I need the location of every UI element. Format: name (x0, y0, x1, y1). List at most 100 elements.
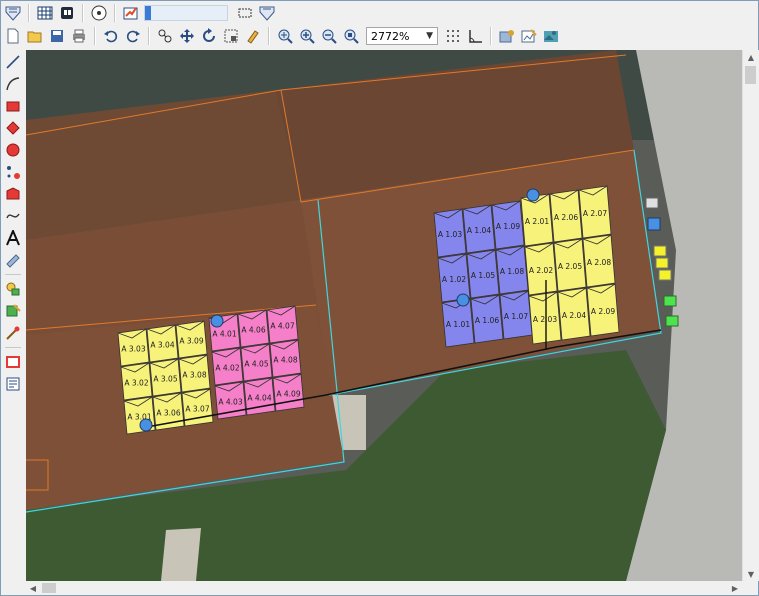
edit-chart-icon[interactable] (121, 3, 141, 23)
fill-edit-icon[interactable] (3, 301, 23, 321)
roof-view-icon[interactable] (3, 3, 23, 23)
solar-panel[interactable]: A 4.02 (211, 347, 244, 386)
zoom-in-icon[interactable] (297, 26, 317, 46)
connector-node[interactable] (456, 293, 470, 307)
brush-icon[interactable] (243, 26, 263, 46)
yellow-device-box[interactable] (653, 245, 667, 257)
device-box[interactable] (645, 197, 659, 209)
text-tool-icon[interactable] (3, 228, 23, 248)
polygon-tool-icon[interactable] (3, 184, 23, 204)
solar-panel[interactable]: A 2.08 (582, 234, 616, 288)
undo-icon[interactable] (101, 26, 121, 46)
horizontal-scrollbar[interactable]: ◀ ▶ (26, 581, 742, 595)
zoom-window-icon[interactable] (341, 26, 361, 46)
arc-tool-icon[interactable] (3, 74, 23, 94)
properties-tool-icon[interactable] (3, 374, 23, 394)
frame-tool-icon[interactable] (3, 352, 23, 372)
resize-icon[interactable] (221, 26, 241, 46)
save-icon[interactable] (47, 26, 67, 46)
vertical-scroll-thumb[interactable] (745, 66, 756, 84)
solar-panel[interactable]: A 1.05 (466, 249, 500, 299)
solar-panel[interactable]: A 3.02 (120, 362, 153, 401)
zoom-fit-icon[interactable] (275, 26, 295, 46)
solar-panel[interactable]: A 4.07 (266, 305, 299, 344)
solar-panel[interactable]: A 2.07 (578, 185, 612, 239)
slider-thumb[interactable] (145, 6, 151, 20)
inverter-box[interactable] (647, 217, 661, 231)
curve-tool-icon[interactable] (3, 206, 23, 226)
grid-dots-icon[interactable] (443, 26, 463, 46)
image-settings-icon[interactable] (497, 26, 517, 46)
panel-label: A 1.05 (471, 271, 495, 280)
select-rect-icon[interactable] (235, 3, 255, 23)
solar-panel[interactable]: A 3.04 (146, 324, 179, 363)
scroll-up-icon[interactable]: ▲ (743, 50, 759, 64)
solar-panel[interactable]: A 2.04 (557, 287, 591, 341)
zoom-level-select[interactable]: 2772% ▼ (366, 27, 438, 45)
solar-panel[interactable]: A 2.03 (528, 291, 562, 345)
print-icon[interactable] (69, 26, 89, 46)
toolbar-separator (148, 27, 150, 45)
solar-panel[interactable]: A 2.01 (520, 193, 554, 247)
image-edit-icon[interactable] (519, 26, 539, 46)
panel-label: A 4.04 (247, 394, 271, 403)
new-file-icon[interactable] (3, 26, 23, 46)
circle-tool-icon[interactable] (3, 140, 23, 160)
scroll-down-icon[interactable]: ▼ (743, 567, 759, 581)
solar-panel[interactable]: A 1.01 (441, 298, 475, 348)
scroll-right-icon[interactable]: ▶ (728, 581, 742, 595)
scroll-left-icon[interactable]: ◀ (26, 581, 40, 595)
roof-outline-icon[interactable] (257, 3, 277, 23)
solar-panel[interactable]: A 3.08 (178, 354, 211, 393)
solar-panel[interactable]: A 1.04 (462, 204, 496, 254)
rectangle-tool-icon[interactable] (3, 96, 23, 116)
measure-tool-icon[interactable] (3, 250, 23, 270)
ortho-angle-icon[interactable] (465, 26, 485, 46)
redo-icon[interactable] (123, 26, 143, 46)
grid-icon[interactable] (35, 3, 55, 23)
map-image-icon[interactable] (541, 26, 561, 46)
diamond-tool-icon[interactable] (3, 118, 23, 138)
connector-node[interactable] (139, 418, 153, 432)
solar-panel[interactable]: A 4.09 (272, 373, 305, 412)
solar-panel[interactable]: A 3.09 (175, 320, 208, 359)
yellow-device-box[interactable] (658, 269, 672, 281)
solar-panel[interactable]: A 1.08 (495, 245, 529, 295)
solar-panel[interactable]: A 3.05 (149, 358, 182, 397)
connector-node[interactable] (210, 314, 224, 328)
line-tool-icon[interactable] (3, 52, 23, 72)
vertical-scrollbar[interactable]: ▲ ▼ (742, 50, 759, 581)
green-device-box[interactable] (663, 295, 677, 307)
horizontal-scroll-thumb[interactable] (42, 583, 56, 593)
magic-tool-icon[interactable] (3, 323, 23, 343)
solar-panel[interactable]: A 1.06 (470, 294, 504, 344)
yellow-device-box[interactable] (655, 257, 669, 269)
open-folder-icon[interactable] (25, 26, 45, 46)
green-device-box[interactable] (665, 315, 679, 327)
solar-panel[interactable]: A 4.06 (237, 309, 270, 348)
layers-tool-icon[interactable] (3, 279, 23, 299)
opacity-slider[interactable] (144, 5, 228, 21)
node-edit-icon[interactable] (155, 26, 175, 46)
building-icon[interactable] (57, 3, 77, 23)
solar-panel[interactable]: A 2.06 (549, 189, 583, 243)
solar-panel[interactable]: A 1.07 (499, 290, 533, 340)
solar-panel[interactable]: A 2.09 (586, 283, 620, 337)
toolbar-main (2, 2, 758, 24)
move-icon[interactable] (177, 26, 197, 46)
solar-panel[interactable]: A 4.05 (240, 343, 273, 382)
solar-panel[interactable]: A 4.08 (269, 339, 302, 378)
target-icon[interactable] (89, 3, 109, 23)
connector-node[interactable] (526, 188, 540, 202)
solar-panel[interactable]: A 1.09 (491, 200, 525, 250)
layout-canvas[interactable]: A 3.03 A 3.04 A 3.09 A 3.02 A 3.05 A 3.08 A 3.… (26, 50, 742, 581)
solar-panel[interactable]: A 2.02 (524, 242, 558, 296)
panel-label: A 2.06 (554, 213, 578, 222)
aerial-roof-drawing[interactable]: A 3.03 A 3.04 A 3.09 A 3.02 A 3.05 A 3.08 A 3.… (26, 50, 742, 581)
polygon-points-icon[interactable] (3, 162, 23, 182)
solar-panel[interactable]: A 2.05 (553, 238, 587, 292)
solar-panel[interactable]: A 1.03 (433, 208, 467, 258)
zoom-out-icon[interactable] (319, 26, 339, 46)
solar-panel[interactable]: A 3.03 (117, 328, 150, 367)
rotate-icon[interactable] (199, 26, 219, 46)
